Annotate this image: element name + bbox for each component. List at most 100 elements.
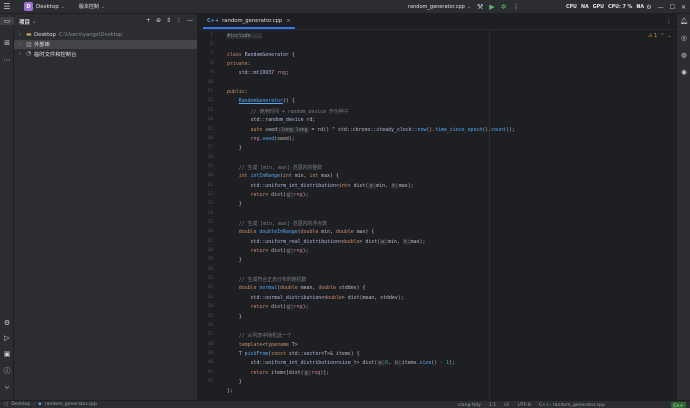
code-line: class RandomGenerator {	[227, 51, 295, 58]
close-icon[interactable]: ×	[286, 18, 290, 24]
chevron-right-icon: ›	[33, 402, 36, 407]
git-icon[interactable]: ⑂	[0, 384, 14, 392]
options-icon[interactable]: ⋮	[176, 17, 182, 24]
run-config-selector[interactable]: random_generator.cpp ⌄	[408, 4, 471, 10]
line-number: 19	[207, 163, 213, 169]
minimize-icon[interactable]: —	[658, 4, 664, 11]
line-number: 7	[210, 51, 213, 57]
status-item-linter[interactable]: clang-tidy	[458, 403, 481, 408]
maven-icon[interactable]: ◉	[677, 68, 690, 76]
folder-icon: ▬	[26, 31, 32, 39]
line-number: 8	[210, 61, 213, 67]
chevron-down-icon[interactable]: ⌄	[667, 33, 671, 39]
code-line: public:	[227, 89, 248, 96]
status-item-context[interactable]: C++: random_generator.cpp	[539, 403, 605, 408]
line-number: 40	[207, 360, 213, 366]
breadcrumb-file[interactable]: random_generator.cpp	[45, 402, 97, 407]
line-number: 20	[207, 173, 213, 179]
chevron-right-icon[interactable]: ›	[19, 51, 26, 57]
code-line: // 从列表中随机选一个	[238, 333, 292, 340]
tree-item-path: C:\Users\yangz\Desktop	[58, 31, 123, 38]
tree-item-label: 临时文件和控制台	[34, 51, 77, 58]
chevron-right-icon[interactable]: ›	[19, 41, 26, 47]
line-number: 17	[207, 145, 213, 151]
tree-item-external-libraries[interactable]: › ▥ 外部库	[14, 39, 197, 49]
code-line: std::uniform_real_distribution<double> d…	[227, 238, 426, 245]
status-item-position[interactable]: 1:1	[489, 403, 496, 408]
collapse-icon[interactable]: ⇕	[166, 17, 171, 24]
code-line: auto seed:long long = rd() ^ std::chrono…	[250, 126, 515, 133]
status-item-line-ending[interactable]: LF	[504, 403, 509, 408]
code-line: // 生成 [min, max] 范围内的整数	[238, 164, 323, 171]
code-line: int intInRange(int min, int max) {	[238, 173, 339, 180]
status-item-encoding[interactable]: UTF-8	[517, 403, 530, 408]
library-icon: ▥	[26, 40, 32, 48]
build-icon[interactable]: ⚒	[477, 3, 483, 11]
line-number: 35	[207, 313, 213, 319]
tree-item-scratches[interactable]: › ◔ 临时文件和控制台	[14, 49, 197, 59]
tab-options-icon[interactable]: ⋮	[666, 18, 672, 25]
structure-icon[interactable]: ⊞	[0, 39, 14, 47]
code-line: }	[227, 201, 242, 208]
tab-random-generator[interactable]: C++ random_generator.cpp ×	[203, 14, 295, 29]
add-icon[interactable]: +	[146, 17, 151, 24]
code-line: };	[227, 388, 233, 395]
debug-icon[interactable]: ✲	[501, 3, 507, 11]
line-number: 25	[207, 220, 213, 225]
search-icon[interactable]: ⌕	[637, 3, 640, 11]
tree-item-desktop[interactable]: › ▬ Desktop C:\Users\yangz\Desktop	[14, 30, 197, 40]
database-icon[interactable]: ◎	[677, 34, 690, 42]
chevron-right-icon[interactable]: ›	[19, 32, 26, 38]
terminal-icon[interactable]: ▣	[0, 350, 14, 358]
cpp-file-icon: ◆	[38, 402, 42, 407]
line-number: 21	[207, 182, 213, 188]
more-icon[interactable]: ⋮	[513, 3, 520, 11]
line-number: 13	[207, 107, 213, 113]
ai-assistant-icon[interactable]: ◍	[677, 51, 690, 59]
problems-icon[interactable]: ⓘ	[0, 366, 14, 376]
ellipsis-icon[interactable]: ⋯	[0, 56, 14, 64]
close-icon[interactable]: ✕	[681, 4, 686, 11]
project-panel-tools: + ⊕ ⇕ ⋮ —	[146, 17, 193, 24]
code-line: private:	[227, 61, 251, 68]
line-number: 38	[207, 341, 213, 347]
status-badge[interactable]: C++	[670, 402, 686, 408]
scratches-icon: ◔	[26, 50, 32, 58]
services-icon[interactable]: ⚙	[0, 319, 14, 327]
vcs-menu[interactable]: 版本控制 ⌄	[79, 3, 106, 11]
project-switcher[interactable]: D Desktop ⌄	[24, 2, 65, 11]
notifications-icon[interactable]: 🔔︎	[677, 17, 690, 25]
line-number: 14	[207, 117, 213, 123]
line-gutter: 1 6 7 8 9 10 11 12 13 14 15 16 17 18 19 20 21 22 23 24 25 26 2…	[199, 30, 219, 400]
stat-item: GPU	[592, 4, 605, 10]
run-panel-icon[interactable]: ▷	[0, 334, 14, 342]
code-line: std::mt19937 rng;	[227, 70, 289, 77]
system-stats: CPU NA GPU CPU: 7 % NA	[566, 0, 644, 14]
target-icon[interactable]: ⊕	[156, 17, 161, 24]
breadcrumb: ▢ Desktop › ◆ random_generator.cpp	[4, 402, 97, 407]
line-number: 41	[207, 369, 213, 375]
window-controls: ⌕ ⚙ — ☐ ✕	[637, 0, 690, 14]
code-line: RandomGenerator() {	[238, 98, 295, 105]
hide-icon[interactable]: —	[187, 17, 193, 24]
status-items: clang-tidy 1:1 LF UTF-8 C++: random_gene…	[458, 401, 605, 408]
code-line: // 使用时间 + random_device 作为种子	[250, 108, 349, 115]
breadcrumb-root[interactable]: Desktop	[11, 402, 30, 407]
settings-icon[interactable]: ⚙	[646, 4, 651, 11]
main-menu-icon[interactable]: ☰	[0, 2, 14, 11]
line-number: 1	[210, 33, 213, 38]
code-line: double normal(double mean, double stddev…	[238, 285, 366, 292]
line-number: 42	[207, 378, 213, 384]
folder-icon[interactable]: ▭	[0, 17, 14, 25]
code-line: // 生成符合正态分布的随机数	[238, 277, 307, 284]
code-line: }	[227, 145, 242, 152]
run-icon[interactable]: ▶	[489, 3, 494, 11]
chevron-down-icon: ⌄	[100, 3, 106, 10]
maximize-icon[interactable]: ☐	[670, 4, 675, 11]
code-line: return items[dist(g:rng)];	[250, 369, 330, 376]
code-line: #include ...	[227, 33, 263, 39]
code-area[interactable]: #include ... class RandomGenerator { pri…	[227, 30, 667, 400]
line-number: 22	[207, 191, 213, 197]
code-line: template<typename T>	[238, 341, 298, 348]
line-number: 24	[207, 210, 213, 216]
